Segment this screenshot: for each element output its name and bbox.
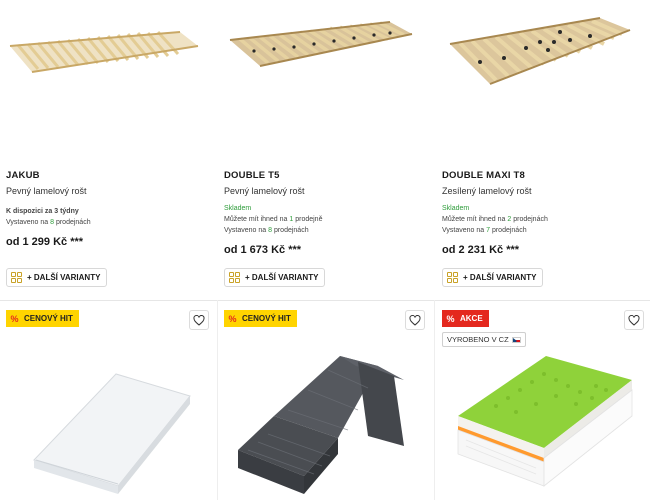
showroom-prefix: Vystaveno na bbox=[224, 227, 269, 234]
product-name[interactable]: JAKUB bbox=[6, 170, 40, 181]
pickup-suffix: prodejně bbox=[293, 216, 323, 223]
availability-info: Skladem Můžete mít ihned na 1 prodejně V… bbox=[224, 203, 322, 236]
product-price: od 2 231 Kč *** bbox=[442, 244, 520, 256]
product-price: od 1 673 Kč *** bbox=[224, 244, 302, 256]
showroom-suffix: prodejnách bbox=[490, 227, 527, 234]
badge-label: AKCE bbox=[460, 314, 483, 323]
variants-icon bbox=[229, 272, 240, 283]
product-subtitle: Zesílený lamelový rošt bbox=[442, 186, 532, 196]
slatted-frame-image bbox=[229, 21, 413, 67]
showroom-line: Vystaveno na 7 prodejnách bbox=[442, 225, 548, 236]
pickup-prefix: Můžete mít ihned na bbox=[224, 216, 290, 223]
product-card-jakub[interactable]: JAKUB Pevný lamelový rošt K dispozici za… bbox=[0, 0, 218, 300]
showroom-line: Vystaveno na 8 prodejnách bbox=[224, 225, 322, 236]
availability-line: K dispozici za 3 týdny bbox=[6, 208, 79, 215]
more-variants-button[interactable]: + DALŠÍ VARIANTY bbox=[224, 268, 326, 287]
product-subtitle: Pevný lamelový rošt bbox=[6, 186, 87, 196]
percent-icon: % bbox=[10, 313, 19, 324]
availability-info: Skladem Můžete mít ihned na 2 prodejnách… bbox=[442, 203, 548, 236]
stock-status: Skladem bbox=[442, 205, 470, 212]
product-subtitle: Pevný lamelový rošt bbox=[224, 186, 305, 196]
pickup-suffix: prodejnách bbox=[511, 216, 548, 223]
heart-icon bbox=[409, 314, 421, 326]
heart-icon bbox=[193, 314, 205, 326]
more-variants-button[interactable]: + DALŠÍ VARIANTY bbox=[6, 268, 108, 287]
product-name[interactable]: DOUBLE T5 bbox=[224, 170, 280, 181]
foam-mattress-image[interactable] bbox=[436, 300, 650, 500]
price-hit-badge: % CENOVÝ HIT bbox=[224, 310, 297, 327]
showroom-suffix: prodejnách bbox=[54, 219, 91, 226]
showroom-suffix: prodejnách bbox=[272, 227, 309, 234]
pickup-line: Můžete mít ihned na 2 prodejnách bbox=[442, 214, 548, 225]
product-card-foam-mattress[interactable] bbox=[436, 300, 650, 500]
showroom-prefix: Vystaveno na bbox=[442, 227, 487, 234]
product-card-double-t5[interactable]: DOUBLE T5 Pevný lamelový rošt Skladem Mů… bbox=[218, 0, 436, 300]
slatted-frame-image bbox=[9, 30, 199, 73]
wishlist-button[interactable] bbox=[405, 310, 425, 330]
made-in-label: VYROBENO V CZ bbox=[447, 335, 509, 344]
more-variants-button[interactable]: + DALŠÍ VARIANTY bbox=[442, 268, 544, 287]
showroom-line: Vystaveno na 8 prodejnách bbox=[6, 217, 91, 228]
variants-icon bbox=[447, 272, 458, 283]
product-price: od 1 299 Kč *** bbox=[6, 236, 84, 248]
badge-label: CENOVÝ HIT bbox=[242, 314, 291, 323]
product-name[interactable]: DOUBLE MAXI T8 bbox=[442, 170, 525, 181]
product-card-double-maxi-t8[interactable]: DOUBLE MAXI T8 Zesílený lamelový rošt Sk… bbox=[436, 0, 650, 300]
product-image[interactable] bbox=[218, 0, 436, 140]
czech-flag-icon bbox=[511, 336, 521, 343]
folding-mattress-image[interactable] bbox=[218, 300, 436, 500]
wishlist-button[interactable] bbox=[189, 310, 209, 330]
percent-icon: % bbox=[446, 313, 455, 324]
more-variants-label: + DALŠÍ VARIANTY bbox=[463, 273, 537, 282]
product-image[interactable] bbox=[0, 0, 218, 140]
heart-icon bbox=[628, 314, 640, 326]
made-in-cz-badge: VYROBENO V CZ bbox=[442, 332, 526, 347]
slatted-frame-image bbox=[449, 17, 631, 85]
more-variants-label: + DALŠÍ VARIANTY bbox=[27, 273, 101, 282]
variants-icon bbox=[11, 272, 22, 283]
stock-status: Skladem bbox=[224, 205, 252, 212]
showroom-prefix: Vystaveno na bbox=[6, 219, 51, 226]
availability-info: K dispozici za 3 týdny Vystaveno na 8 pr… bbox=[6, 206, 91, 228]
product-card-mattress[interactable] bbox=[0, 300, 218, 500]
more-variants-label: + DALŠÍ VARIANTY bbox=[245, 273, 319, 282]
mattress-image[interactable] bbox=[0, 300, 218, 500]
price-hit-badge: % CENOVÝ HIT bbox=[6, 310, 79, 327]
pickup-prefix: Můžete mít ihned na bbox=[442, 216, 508, 223]
product-image[interactable] bbox=[436, 0, 650, 140]
badge-label: CENOVÝ HIT bbox=[24, 314, 73, 323]
product-card-folding-mattress[interactable] bbox=[218, 300, 436, 500]
pickup-line: Můžete mít ihned na 1 prodejně bbox=[224, 214, 322, 225]
wishlist-button[interactable] bbox=[624, 310, 644, 330]
percent-icon: % bbox=[228, 313, 237, 324]
sale-badge: % AKCE bbox=[442, 310, 489, 327]
